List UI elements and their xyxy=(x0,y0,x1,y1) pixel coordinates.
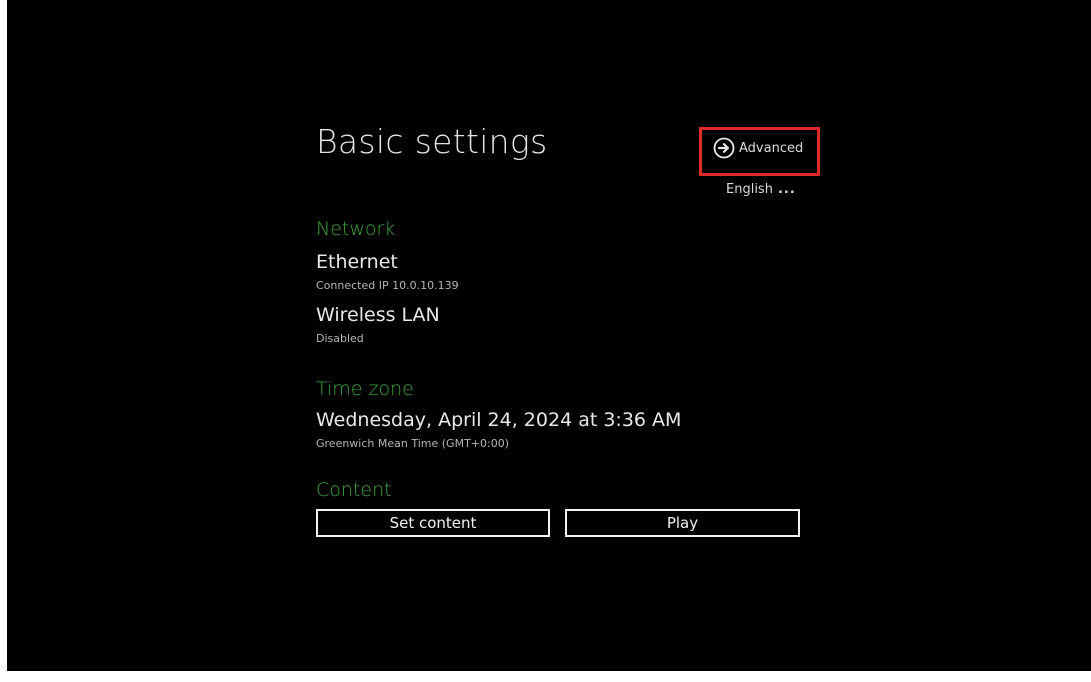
settings-screen: Basic settings Advanced English... Netwo… xyxy=(7,0,1091,671)
language-label: English xyxy=(726,182,773,197)
content-section-title: Content xyxy=(316,479,392,501)
more-options-icon: ... xyxy=(777,182,796,197)
set-content-button[interactable]: Set content xyxy=(316,509,550,537)
wireless-lan-item[interactable]: Wireless LAN xyxy=(316,304,440,326)
ethernet-item[interactable]: Ethernet xyxy=(316,251,398,273)
language-selector[interactable]: English... xyxy=(726,182,796,197)
datetime-item[interactable]: Wednesday, April 24, 2024 at 3:36 AM xyxy=(316,409,681,431)
network-section-title: Network xyxy=(316,218,396,240)
time-zone-value: Greenwich Mean Time (GMT+0:00) xyxy=(316,437,509,450)
page-title: Basic settings xyxy=(316,122,548,161)
time-zone-section-title: Time zone xyxy=(316,378,414,400)
wireless-lan-status: Disabled xyxy=(316,332,364,345)
ethernet-status: Connected IP 10.0.10.139 xyxy=(316,279,459,292)
advanced-button[interactable]: Advanced xyxy=(713,137,803,159)
play-button[interactable]: Play xyxy=(565,509,800,537)
arrow-right-circle-icon xyxy=(713,137,735,159)
advanced-label: Advanced xyxy=(739,140,804,156)
